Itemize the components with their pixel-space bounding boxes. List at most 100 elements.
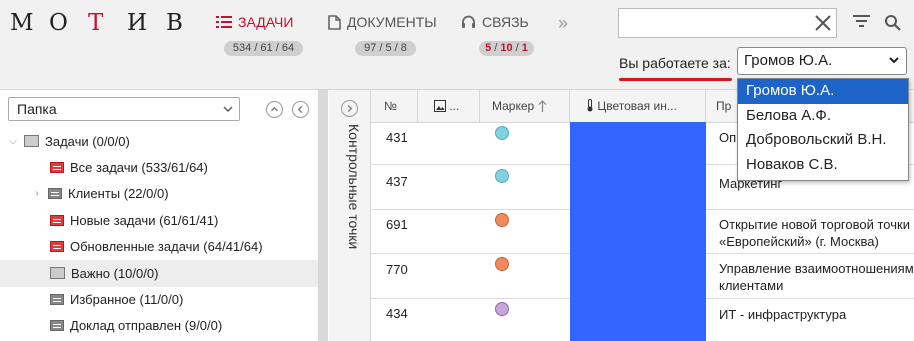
sort-up-icon [538, 100, 546, 112]
marker-dot[interactable] [495, 257, 509, 271]
tree-item-label: Новые задачи (61/61/41) [70, 212, 219, 228]
marker-dot[interactable] [495, 302, 509, 316]
row-number: 437 [386, 174, 408, 189]
nav-tasks[interactable]: ЗАДАЧИ [216, 14, 293, 30]
folder-icon [24, 135, 39, 148]
row-number: 431 [386, 130, 408, 145]
column-marker-label: Маркер [492, 99, 535, 113]
dropdown-option[interactable]: Белова А.Ф. [738, 104, 908, 129]
back-icon[interactable] [292, 101, 309, 118]
color-cell [570, 210, 706, 254]
tree-item[interactable]: Все задачи (533/61/64) [0, 154, 318, 181]
row-number: 770 [386, 262, 408, 277]
color-cell [570, 254, 706, 299]
count-b: 10 [500, 42, 513, 54]
tree-item-label: Клиенты (22/0/0) [68, 185, 169, 201]
gray-list-icon [50, 319, 64, 331]
documents-counts-badge: 97 / 5 / 8 [355, 41, 416, 56]
count-separator: / [512, 42, 522, 54]
tree-root[interactable]: ⌵ Задачи (0/0/0) [0, 128, 318, 155]
tree-item-label: Важно (10/0/0) [71, 265, 159, 281]
logo-letter: Т [88, 10, 104, 36]
color-cell [570, 299, 706, 341]
tree-item[interactable]: › Клиенты (22/0/0) [0, 180, 318, 207]
nav-communication-label: СВЯЗЬ [482, 14, 529, 30]
folder-type-value: Папка [17, 101, 57, 117]
filter-icon[interactable] [853, 14, 870, 30]
tree-item-label: Обновленные задачи (64/41/64) [70, 238, 263, 254]
search-input[interactable] [618, 8, 837, 38]
column-number[interactable]: № [376, 90, 418, 122]
search-icon[interactable] [884, 14, 901, 31]
dropdown-option[interactable]: Новаков С.В. [738, 153, 908, 178]
tree-item[interactable]: Обновленные задачи (64/41/64) [0, 233, 318, 260]
logo-letter: М [10, 10, 34, 36]
logo[interactable]: МОТИВ [10, 10, 205, 36]
logo-letter: В [166, 10, 183, 36]
tree-item-selected[interactable]: Важно (10/0/0) [0, 260, 318, 287]
document-icon [328, 14, 341, 30]
tree-item-label: Избранное (11/0/0) [70, 291, 184, 307]
gray-list-icon [50, 293, 64, 305]
nav-documents-label: ДОКУМЕНТЫ [347, 14, 437, 30]
tree-item[interactable]: Доклад отправлен (9/0/0) [0, 312, 318, 339]
headset-icon [462, 15, 475, 28]
chevron-right-icon[interactable]: › [32, 188, 42, 199]
logo-letter: И [127, 10, 148, 36]
tree-root-label: Задачи (0/0/0) [45, 133, 130, 149]
count-separator: / [491, 42, 501, 54]
dropdown-option[interactable]: Добровольский В.Н. [738, 128, 908, 153]
marker-dot[interactable] [495, 169, 509, 183]
more-nav-button[interactable]: » [558, 13, 568, 34]
column-color[interactable]: Цветовая ин... [570, 90, 706, 122]
tree-item-label: Все задачи (533/61/64) [70, 159, 208, 175]
project-text-line2: клиентами [719, 278, 784, 293]
chevron-down-icon [223, 106, 233, 112]
column-attachment[interactable]: ... [418, 90, 480, 122]
marker-dot[interactable] [495, 126, 509, 140]
red-list-icon [50, 240, 64, 252]
row-number: 691 [386, 217, 408, 232]
clear-search-icon[interactable] [812, 12, 834, 34]
working-for-select[interactable]: Громов Ю.А. [737, 47, 907, 75]
nav-documents[interactable]: ДОКУМЕНТЫ [328, 14, 437, 30]
color-cell [570, 122, 706, 165]
checkpoints-tab[interactable]: Контрольные точки [332, 124, 362, 294]
folder-type-select[interactable]: Папка [8, 97, 240, 121]
marker-dot[interactable] [495, 213, 509, 227]
column-marker[interactable]: Маркер [480, 90, 570, 122]
project-text: ИТ - инфраструктура [719, 307, 847, 322]
tasks-counts-badge: 534 / 61 / 64 [224, 41, 303, 56]
list-icon [216, 16, 232, 28]
column-color-label: Цветовая ин... [597, 99, 677, 113]
tree-item[interactable]: Избранное (11/0/0) [0, 286, 318, 313]
count-c: 1 [521, 42, 528, 54]
expand-right-icon[interactable] [341, 100, 358, 117]
dropdown-option[interactable]: Громов Ю.А. [738, 79, 908, 104]
project-text: Управление взаимоотношениям [719, 261, 914, 276]
thermometer-icon [587, 99, 593, 112]
nav-communication[interactable]: СВЯЗЬ [461, 14, 529, 30]
chevron-down-icon [889, 57, 899, 64]
folder-icon [50, 267, 65, 280]
working-for-underline [619, 78, 732, 81]
project-text: Открытие новой торговой точки [719, 217, 910, 232]
red-list-icon [50, 214, 64, 226]
working-for-dropdown: Громов Ю.А. Белова А.Ф. Добровольский В.… [737, 78, 909, 181]
collapse-up-icon[interactable] [266, 101, 283, 118]
project-text-line2: «Европейский» (г. Москва) [719, 234, 879, 249]
logo-letter: О [49, 10, 68, 36]
column-attachment-label: ... [449, 99, 460, 113]
color-cell [570, 165, 706, 210]
panel-splitter[interactable] [318, 90, 328, 341]
working-for-label: Вы работаете за: [619, 55, 731, 71]
nav-tasks-label: ЗАДАЧИ [238, 14, 294, 30]
communication-counts-badge: 5 / 10 / 1 [479, 41, 534, 56]
chevron-down-icon[interactable]: ⌵ [8, 136, 18, 147]
gray-list-icon [48, 187, 62, 199]
image-icon [434, 100, 446, 112]
working-for-selected: Громов Ю.А. [744, 52, 833, 69]
row-number: 434 [386, 306, 408, 321]
tree-item-label: Доклад отправлен (9/0/0) [70, 317, 223, 333]
tree-item[interactable]: Новые задачи (61/61/41) [0, 207, 318, 234]
